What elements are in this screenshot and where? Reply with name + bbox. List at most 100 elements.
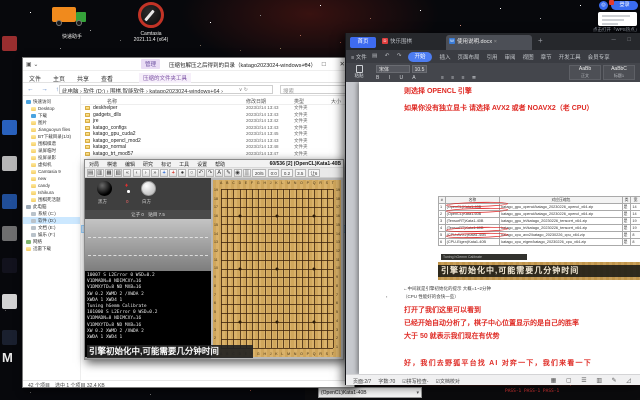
red-mark-icon[interactable]: +: [169, 169, 178, 177]
blue-mark-icon[interactable]: +: [160, 169, 169, 177]
column-header-大小[interactable]: 大小: [331, 98, 341, 105]
close-icon[interactable]: ×: [494, 39, 497, 45]
desktop-icon-m-label[interactable]: M: [2, 350, 13, 365]
new-tab-button[interactable]: +: [538, 36, 543, 45]
align-buttons[interactable]: ≡ ≡ ≡ ≣: [441, 75, 479, 81]
desktop-edge-icon-2[interactable]: [2, 120, 17, 135]
column-header-类型[interactable]: 类型: [294, 98, 304, 105]
redo-icon[interactable]: ↷: [206, 169, 215, 177]
sidebar-item-网络[interactable]: 网络: [23, 238, 80, 245]
document-page[interactable]: 则选择 OPENCL 引擎 如果你没有独立显卡 请选择 AVX2 或者 NOAV…: [359, 82, 640, 374]
font-size-select[interactable]: 10.5: [412, 65, 427, 73]
black-stone-icon[interactable]: ●: [178, 169, 187, 177]
ribbon-tab-插入[interactable]: 插入: [436, 50, 454, 63]
folder-icon: [85, 138, 90, 143]
first-move-icon[interactable]: «: [123, 169, 132, 177]
pen-mark-icon[interactable]: ✎: [224, 169, 233, 177]
column-header-名称[interactable]: 名称: [107, 98, 117, 105]
ribbon-tab-审阅[interactable]: 审阅: [501, 50, 519, 63]
style-标题1[interactable]: AaBbC 标题1: [603, 65, 635, 80]
ribbon-tab-引用[interactable]: 引用: [483, 50, 501, 63]
compressed-folder-tools-tab[interactable]: 压缩的文件夹工具: [139, 73, 192, 83]
sidebar-item-下载[interactable]: 下载: [23, 112, 80, 119]
prev-move-icon[interactable]: ‹: [132, 169, 141, 177]
sidebar-item-围棋死活题[interactable]: 围棋死活题: [23, 196, 80, 203]
desktop-edge-icon-6[interactable]: [2, 258, 17, 273]
explorer-titlebar[interactable]: ▣ ⌄ 管理 压缩包解压之后得到的目录（katago2023024-window…: [23, 58, 354, 71]
file-menu[interactable]: ≡ 文件: [351, 53, 367, 61]
sidebar-item-Ishikura[interactable]: Ishikura: [23, 189, 80, 196]
engine-dropdown[interactable]: (OpenCL)Kata1-40B ▾: [318, 387, 422, 398]
toolbar-chip[interactable]: 20/5: [252, 169, 267, 177]
table-row[interactable]: katago_trt_mod57 2023/2/14 13:47 文件夹: [81, 151, 353, 158]
desktop-edge-icon-1[interactable]: [2, 36, 17, 51]
sidebar-item-快速访问[interactable]: 快速访问: [23, 98, 80, 105]
sidebar-item-录屏临时[interactable]: 录屏临时: [23, 147, 80, 154]
sidebar-item-图片[interactable]: 图片: [23, 119, 80, 126]
sidebar-item-系统 (C:)[interactable]: 系统 (C:): [23, 210, 80, 217]
view-mode-icons[interactable]: ▦ ▢ ☰ ▥ ✎ ◿: [551, 377, 635, 384]
font-select[interactable]: 宋体: [376, 65, 410, 73]
toolbar-chip[interactable]: 让6: [307, 169, 320, 177]
login-button[interactable]: 登录: [611, 1, 638, 10]
tab-start[interactable]: 开始: [408, 51, 432, 62]
paste-button[interactable]: 粘贴: [351, 65, 367, 80]
assistant-icon[interactable]: ◎: [599, 1, 608, 10]
nav-arrows[interactable]: ← → ↑: [27, 86, 62, 93]
refresh-icon[interactable]: ∨ ↻: [239, 87, 248, 93]
column-header-修改日期[interactable]: 修改日期: [246, 98, 266, 105]
quick-access-toolbar-icons[interactable]: ▣ ⌄: [26, 61, 38, 68]
sidebar-item-Desktop[interactable]: Desktop: [23, 105, 80, 112]
sidebar-item-Camtasia 9[interactable]: Camtasia 9: [23, 168, 80, 175]
sidebar-item-文档 (E:)[interactable]: 文档 (E:): [23, 224, 80, 231]
ribbon-tab-页面布局[interactable]: 页面布局: [454, 50, 483, 63]
sidebar-item-Jianguoyun files[interactable]: Jianguoyun files: [23, 126, 80, 133]
tab-home[interactable]: 首页: [350, 37, 376, 48]
analysis-icon[interactable]: ◉: [233, 169, 242, 177]
toolbar-chip[interactable]: 3.5: [294, 169, 306, 177]
territory-icon[interactable]: ▒: [242, 169, 251, 177]
print-icon[interactable]: ▧: [114, 169, 123, 177]
desktop-edge-icon-8[interactable]: [2, 330, 17, 345]
go-board[interactable]: ABCDEFGHJKLMNOPQRST ABCDEFGHJKLMNOPQRST …: [213, 180, 341, 357]
sidebar-item-此电脑[interactable]: 此电脑: [23, 203, 80, 210]
sidebar-item-娱乐 (F:)[interactable]: 娱乐 (F:): [23, 231, 80, 238]
desktop-edge-icon-5[interactable]: [2, 226, 17, 241]
undo-icon[interactable]: ↶: [196, 169, 205, 177]
ribbon-tab-开发工具[interactable]: 开发工具: [555, 50, 584, 63]
sidebar-item-candy[interactable]: candy: [23, 182, 80, 189]
toolbar-chip[interactable]: 0.2: [281, 169, 293, 177]
ribbon-tab-视图[interactable]: 视图: [519, 50, 537, 63]
new-board-icon[interactable]: ▤: [86, 169, 95, 177]
popup-card[interactable]: [598, 12, 637, 26]
desktop-edge-icon-4[interactable]: [2, 194, 17, 209]
manage-contextual-tab[interactable]: 管理: [141, 59, 161, 69]
desktop-edge-icon-7[interactable]: [2, 294, 17, 309]
desktop-icon-truck[interactable]: [50, 3, 94, 33]
open-file-icon[interactable]: ▥: [95, 169, 104, 177]
next-move-icon[interactable]: ›: [141, 169, 150, 177]
tab-doc1[interactable]: D 快乐围棋: [380, 37, 442, 48]
search-input[interactable]: 搜索: [280, 85, 352, 95]
desktop-edge-icon-3[interactable]: [2, 156, 17, 171]
white-stone-icon[interactable]: ○: [187, 169, 196, 177]
sidebar-item-new[interactable]: new: [23, 175, 80, 182]
last-move-icon[interactable]: »: [150, 169, 159, 177]
style-正文[interactable]: AaBb 正文: [569, 65, 601, 80]
save-file-icon[interactable]: ▦: [104, 169, 113, 177]
sidebar-item-软件 (D:)[interactable]: 软件 (D:): [23, 217, 80, 224]
save-undo-redo-icons[interactable]: ▤ ↶ ↷: [372, 53, 404, 59]
ribbon-tab-章节[interactable]: 章节: [537, 50, 555, 63]
format-buttons[interactable]: B I U A: [376, 75, 420, 81]
sidebar-item-虚拟机[interactable]: 虚拟机: [23, 161, 80, 168]
sidebar-item-BT下载目录(1/3)[interactable]: BT下载目录(1/3): [23, 133, 80, 140]
window-controls[interactable]: ─ □: [611, 37, 636, 43]
sidebar-item-围棋棋谱[interactable]: 围棋棋谱: [23, 140, 80, 147]
window-controls[interactable]: ─ □ ✕: [303, 60, 351, 68]
tab-doc2-active[interactable]: W 使用说明.docx ×: [446, 35, 532, 50]
letter-mark-icon[interactable]: A: [215, 169, 224, 177]
sidebar-item-投屏录影[interactable]: 投屏录影: [23, 154, 80, 161]
ribbon-tab-会员专享[interactable]: 会员专享: [584, 50, 613, 63]
toolbar-chip[interactable]: 0:0: [268, 169, 280, 177]
sidebar-item-迅雷下载[interactable]: 迅雷下载: [23, 245, 80, 252]
